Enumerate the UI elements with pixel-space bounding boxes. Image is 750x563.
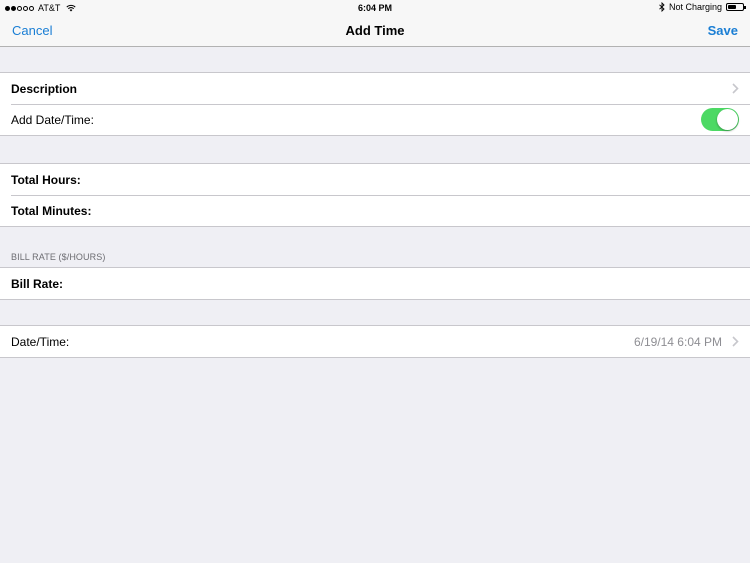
status-time: 6:04 PM xyxy=(357,3,392,13)
datetime-section: Date/Time: 6/19/14 6:04 PM xyxy=(0,325,750,358)
general-section: Description Add Date/Time: xyxy=(0,72,750,136)
total-minutes-label: Total Minutes: xyxy=(11,203,92,218)
total-hours-row[interactable]: Total Hours: xyxy=(0,164,750,195)
toggle-knob xyxy=(717,109,738,130)
total-hours-label: Total Hours: xyxy=(11,172,81,187)
description-label: Description xyxy=(11,81,78,96)
bluetooth-icon xyxy=(659,2,665,12)
add-datetime-row: Add Date/Time: xyxy=(0,104,750,135)
status-bar: AT&T 6:04 PM Not Charging xyxy=(0,0,750,16)
add-time-screen: AT&T 6:04 PM Not Charging Cancel Add Tim… xyxy=(0,0,750,563)
billing-section: Bill Rate: xyxy=(0,267,750,300)
charging-status: Not Charging xyxy=(668,2,722,12)
save-button[interactable]: Save xyxy=(708,23,738,38)
page-title: Add Time xyxy=(345,23,405,38)
datetime-label: Date/Time: xyxy=(11,334,70,349)
chevron-right-icon xyxy=(732,83,739,94)
datetime-row[interactable]: Date/Time: 6/19/14 6:04 PM xyxy=(0,326,750,357)
duration-section: Total Hours: Total Minutes: xyxy=(0,163,750,227)
navigation-bar: Cancel Add Time Save xyxy=(0,16,750,47)
total-minutes-row[interactable]: Total Minutes: xyxy=(0,195,750,226)
status-right: Not Charging xyxy=(659,2,746,12)
bill-rate-label: Bill Rate: xyxy=(11,276,64,291)
add-datetime-label: Add Date/Time: xyxy=(11,112,94,127)
battery-fill xyxy=(728,5,736,9)
datetime-value: 6/19/14 6:04 PM xyxy=(633,334,722,349)
chevron-right-icon xyxy=(732,336,739,347)
bill-rate-section-header: BILL RATE ($/HOURS) xyxy=(11,252,106,262)
battery-icon xyxy=(726,3,746,11)
add-datetime-toggle[interactable] xyxy=(701,108,739,131)
battery-tip xyxy=(744,6,746,9)
description-row[interactable]: Description xyxy=(0,73,750,104)
bill-rate-row[interactable]: Bill Rate: xyxy=(0,268,750,299)
